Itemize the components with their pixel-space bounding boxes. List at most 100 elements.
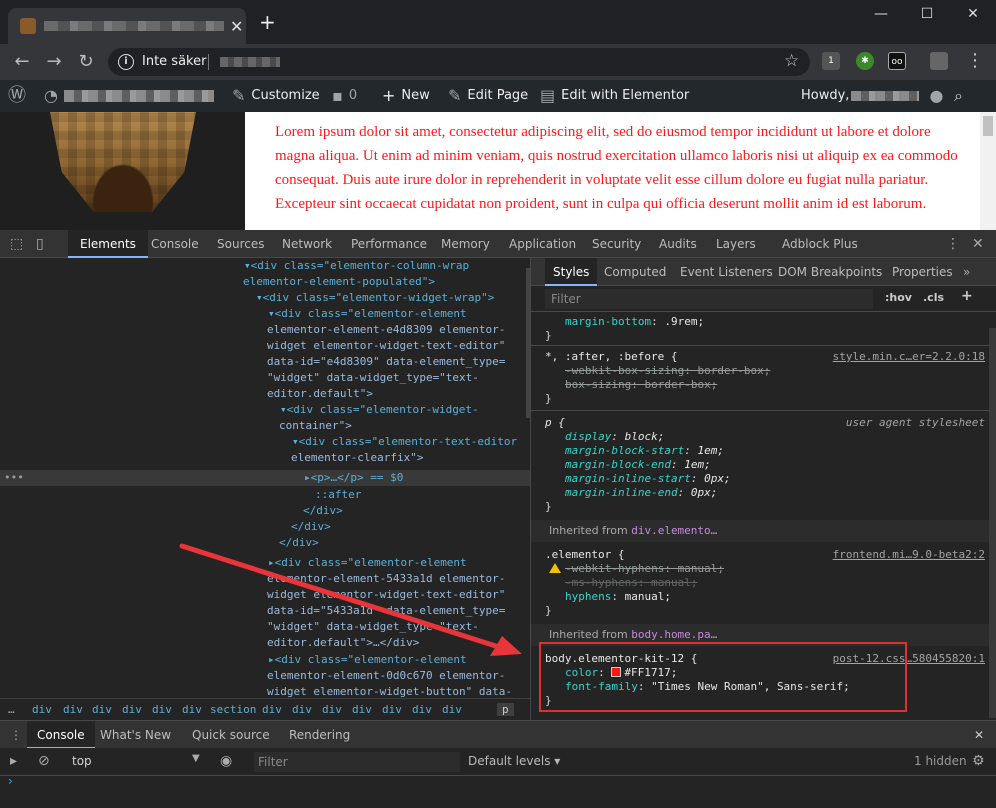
rule-source-link[interactable]: style.min.c…er=2.2.0:18 — [833, 350, 985, 364]
cls-toggle[interactable]: .cls — [923, 291, 944, 304]
chrome-menu-icon[interactable]: ⋮ — [966, 50, 984, 71]
extension-icon[interactable]: 1 — [822, 52, 840, 70]
new-content-menu[interactable]: + New — [382, 80, 430, 112]
drawer-tab-quick-source[interactable]: Quick source — [192, 721, 270, 749]
style-declaration[interactable]: margin-bottom: .9rem; — [545, 315, 985, 329]
inherited-node-link[interactable]: body.home.pa… — [631, 628, 717, 641]
breadcrumb-item[interactable]: div — [182, 703, 202, 716]
tab-layers[interactable]: Layers — [716, 230, 756, 258]
maximize-button[interactable]: ☐ — [912, 6, 942, 22]
style-declaration[interactable]: margin-block-end: 1em; — [545, 458, 985, 472]
devtools-close-icon[interactable]: ✕ — [972, 236, 984, 252]
breadcrumb-item[interactable]: div — [262, 703, 282, 716]
dom-node[interactable]: ▾<div class="elementor-widget- — [280, 402, 479, 418]
breadcrumb-item[interactable]: div — [322, 703, 342, 716]
breadcrumb-item[interactable]: section — [210, 703, 256, 716]
style-declaration-invalid[interactable]: -ms-hyphens: manual; — [545, 576, 985, 590]
breadcrumb-item[interactable]: div — [122, 703, 142, 716]
edit-page-link[interactable]: ✎ Edit Page — [448, 80, 528, 112]
wordpress-logo-icon[interactable]: Ⓦ — [8, 80, 32, 112]
profile-avatar[interactable] — [930, 52, 948, 70]
tab-adblock-plus[interactable]: Adblock Plus — [782, 230, 858, 258]
device-toolbar-icon[interactable]: ▯ — [36, 236, 44, 252]
tab-audits[interactable]: Audits — [659, 230, 697, 258]
tab-close-icon[interactable]: ✕ — [230, 17, 243, 36]
customize-link[interactable]: ✎ Customize — [232, 80, 320, 112]
context-selector[interactable]: top — [72, 754, 92, 768]
breadcrumb-item[interactable]: div — [92, 703, 112, 716]
minimize-button[interactable]: — — [866, 6, 896, 22]
bookmark-star-icon[interactable]: ☆ — [784, 51, 799, 71]
extension-gear-icon[interactable]: ✱ — [856, 52, 874, 70]
breadcrumb-item[interactable]: div — [442, 703, 462, 716]
tab-performance[interactable]: Performance — [351, 230, 427, 258]
clear-console-icon[interactable]: ⊘ — [38, 753, 50, 769]
dom-node[interactable]: ▸<div class="elementor-element — [268, 652, 467, 668]
tab-memory[interactable]: Memory — [441, 230, 490, 258]
sidebar-toggle-icon[interactable]: ▸ — [10, 753, 17, 769]
devtools-menu-icon[interactable]: ⋮ — [946, 236, 960, 252]
styles-scrollbar[interactable] — [989, 328, 996, 718]
scrollbar-thumb[interactable] — [983, 116, 993, 136]
style-declaration-overridden[interactable]: box-sizing: border-box; — [545, 378, 985, 392]
drawer-tab-console[interactable]: Console — [27, 721, 95, 749]
breadcrumb-item[interactable]: div — [32, 703, 52, 716]
dropdown-arrow-icon[interactable]: ▼ — [192, 753, 200, 764]
tab-application[interactable]: Application — [509, 230, 576, 258]
drawer-tab-whats-new[interactable]: What's New — [100, 721, 171, 749]
tab-network[interactable]: Network — [282, 230, 332, 258]
security-label[interactable]: Inte säker — [142, 54, 206, 69]
breadcrumb-item[interactable]: div — [382, 703, 402, 716]
console-filter-input[interactable]: Filter — [254, 752, 460, 772]
node-ellipsis-icon[interactable]: ••• — [4, 470, 24, 486]
style-declaration-warning[interactable]: -webkit-hyphens: manual; — [545, 562, 985, 576]
info-icon[interactable]: i — [118, 54, 134, 70]
dom-node[interactable]: ▾<div class="elementor-column-wrap — [244, 258, 469, 274]
drawer-menu-icon[interactable]: ⋮ — [10, 721, 22, 749]
edit-elementor-link[interactable]: ▤ Edit with Elementor — [540, 80, 689, 112]
style-declaration[interactable]: margin-block-start: 1em; — [545, 444, 985, 458]
breadcrumb-item[interactable]: div — [292, 703, 312, 716]
style-declaration[interactable]: margin-inline-end: 0px; — [545, 486, 985, 500]
browser-tab[interactable]: ✕ — [8, 8, 246, 44]
dom-node[interactable]: ▸<div class="elementor-element — [268, 555, 467, 571]
console-settings-gear-icon[interactable]: ⚙ — [972, 753, 985, 769]
breadcrumb-more-icon[interactable]: … — [8, 703, 15, 716]
hov-toggle[interactable]: :hov — [885, 291, 912, 304]
drawer-tab-rendering[interactable]: Rendering — [289, 721, 350, 749]
reload-icon[interactable]: ↻ — [74, 50, 98, 74]
tab-computed[interactable]: Computed — [604, 258, 666, 286]
address-bar[interactable]: i Inte säker ☆ — [108, 48, 810, 76]
more-tabs-icon[interactable]: » — [963, 258, 970, 286]
live-expression-eye-icon[interactable]: ◉ — [220, 753, 232, 769]
style-declaration[interactable]: hyphens: manual; — [545, 590, 985, 604]
rule-source-link[interactable]: frontend.mi…9.0-beta2:2 — [833, 548, 985, 562]
styles-filter-input[interactable]: Filter — [545, 289, 873, 309]
extension-oo-icon[interactable]: oo — [888, 52, 906, 70]
breadcrumb-item[interactable]: div — [412, 703, 432, 716]
breadcrumb-item[interactable]: div — [352, 703, 372, 716]
tab-elements[interactable]: Elements — [68, 230, 148, 258]
forward-arrow-icon[interactable]: → — [42, 50, 66, 74]
tab-event-listeners[interactable]: Event Listeners — [680, 258, 773, 286]
inherited-node-link[interactable]: div.elemento… — [631, 524, 717, 537]
style-declaration-overridden[interactable]: -webkit-box-sizing: border-box; — [545, 364, 985, 378]
dom-node[interactable]: ▾<div class="elementor-text-editor — [292, 434, 517, 450]
new-rule-plus-icon[interactable]: + — [961, 288, 973, 304]
page-scrollbar[interactable] — [980, 112, 996, 230]
after-pseudo-node[interactable]: ::after — [315, 487, 361, 503]
new-tab-button[interactable]: + — [259, 12, 276, 32]
tab-dom-breakpoints[interactable]: DOM Breakpoints — [778, 258, 882, 286]
style-declaration[interactable]: margin-inline-start: 0px; — [545, 472, 985, 486]
breadcrumb-item-current[interactable]: p — [497, 703, 514, 716]
tab-styles[interactable]: Styles — [545, 258, 598, 286]
inspect-element-icon[interactable]: ⬚ — [10, 236, 23, 252]
account-menu[interactable]: Howdy, ● — [801, 80, 949, 112]
dom-node[interactable]: ▾<div class="elementor-widget-wrap"> — [256, 290, 494, 306]
drawer-close-icon[interactable]: ✕ — [974, 721, 984, 749]
breadcrumb-item[interactable]: div — [63, 703, 83, 716]
style-declaration[interactable]: display: block; — [545, 430, 985, 444]
search-icon[interactable]: ⌕ — [954, 80, 969, 112]
tab-properties[interactable]: Properties — [892, 258, 953, 286]
site-name-menu[interactable]: ◔ — [44, 80, 214, 112]
